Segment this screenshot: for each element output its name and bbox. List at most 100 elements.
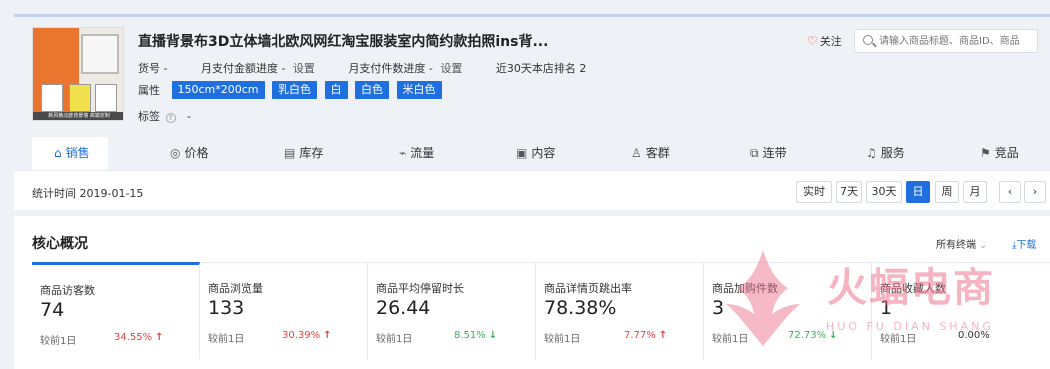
period-week-button[interactable]: 周 (935, 181, 959, 203)
metric-value: 78.38% (544, 297, 617, 319)
metric-value: 133 (208, 297, 245, 319)
tab-label: 价格 (184, 146, 209, 160)
tab-label: 流量 (410, 146, 435, 160)
terminal-selector[interactable]: 所有终端 ⌄ (936, 236, 987, 251)
thumb-frame (41, 84, 63, 112)
metric-card-favorites[interactable]: 商品收藏人数 1 较前1日 0.00% (872, 263, 1050, 360)
tag-label: 标签 (138, 110, 160, 123)
metric-name: 商品加购件数 (712, 282, 778, 295)
product-title[interactable]: 直播背景布3D立体墙北欧风网红淘宝服装室内简约款拍照ins背... (138, 31, 548, 51)
metric-card-add-cart[interactable]: 商品加购件数 3 较前1日 72.73% ↓ (704, 263, 872, 360)
tab-sales[interactable]: ⌂ 销售 (32, 137, 108, 170)
pay-amount-label: 月支付金额进度 - (200, 62, 286, 75)
metric-change: 7.77% ↑ (624, 330, 667, 341)
tab-label: 连带 (762, 146, 787, 160)
headset-icon: ♫ (866, 146, 877, 160)
arrow-down-icon: ↓ (829, 330, 838, 341)
follow-button[interactable]: ♡ 关注 (807, 33, 842, 49)
product-header: 新风格北欧背景墙 高端定制 直播背景布3D立体墙北欧风网红淘宝服装室内简约款拍照… (14, 17, 1050, 137)
pay-count-set-link[interactable]: 设置 (440, 62, 462, 75)
tab-price[interactable]: ◎ 价格 (170, 137, 209, 170)
competitor-icon: ⚑ (980, 146, 991, 160)
metric-name: 商品平均停留时长 (376, 282, 464, 295)
section-title: 核心概况 (32, 236, 88, 252)
core-overview: 核心概况 所有终端 ⌄ ⤓下载 商品访客数 74 较前1日 34.55% ↑ 商品浏… (14, 216, 1050, 369)
next-date-button[interactable]: › (1024, 181, 1046, 203)
arrow-up-icon: ↑ (323, 330, 332, 341)
metric-change: 0.00% (958, 330, 990, 341)
content-icon: ▣ (516, 146, 528, 160)
metric-cards: 商品访客数 74 较前1日 34.55% ↑ 商品浏览量 133 较前1日 30.… (32, 262, 1050, 360)
terminal-label: 所有终端 (936, 240, 976, 251)
compare-label: 较前1日 (376, 334, 413, 345)
attr-chip[interactable]: 乳白色 (272, 81, 318, 99)
compare-label: 较前1日 (208, 334, 245, 345)
change-value: 72.73% (788, 330, 827, 341)
thumb-caption: 新风格北欧背景墙 高端定制 (33, 112, 123, 120)
pay-amount-set-link[interactable]: 设置 (293, 62, 315, 75)
follow-label: 关注 (819, 35, 842, 48)
attr-chip[interactable]: 米白色 (396, 81, 442, 99)
tab-label: 库存 (299, 146, 324, 160)
metric-value: 1 (880, 297, 893, 319)
thumb-frame (95, 84, 117, 112)
tab-service[interactable]: ♫ 服务 (866, 137, 905, 170)
tab-label: 服务 (880, 146, 905, 160)
home-icon: ⌂ (54, 146, 62, 160)
product-search[interactable] (854, 29, 1038, 53)
price-icon: ◎ (170, 146, 181, 160)
product-meta: 货号 - 月支付金额进度 - 设置 月支付件数进度 - 设置 近30天本店排名 … (138, 60, 594, 76)
period-day-button[interactable]: 日 (906, 181, 930, 203)
tab-competitor[interactable]: ⚑ 竞品 (980, 137, 1019, 170)
search-icon (863, 35, 873, 45)
period-30d-button[interactable]: 30天 (866, 181, 902, 203)
tag-value: - (187, 110, 191, 123)
heart-icon: ♡ (807, 34, 818, 48)
traffic-chart-icon: ⌁ (399, 146, 407, 160)
product-attributes: 属性 150cm*200cm 乳白色 白 白色 米白色 (138, 81, 446, 99)
metric-card-bounce-rate[interactable]: 商品详情页跳出率 78.38% 较前1日 7.77% ↑ (536, 263, 704, 360)
metric-card-visitors[interactable]: 商品访客数 74 较前1日 34.55% ↑ (32, 262, 200, 359)
search-input[interactable] (879, 33, 1029, 49)
analysis-tabs: ⌂ 销售 ◎ 价格 ▤ 库存 ⌁ 流量 ▣ 内容 ♙ 客群 ⧉ 连带 ♫ 服务 ⚑ 竞品 (14, 137, 1050, 170)
metric-change: 72.73% ↓ (788, 330, 838, 341)
chevron-down-icon: ⌄ (979, 240, 988, 251)
metric-change: 30.39% ↑ (282, 330, 332, 341)
rank-text: 近30天本店排名 2 (495, 62, 587, 75)
attr-chip[interactable]: 150cm*200cm (171, 81, 265, 99)
period-7d-button[interactable]: 7天 (836, 181, 862, 203)
download-label: 下载 (1016, 240, 1037, 251)
change-value: 30.39% (282, 330, 321, 341)
inventory-icon: ▤ (284, 146, 296, 160)
tab-related[interactable]: ⧉ 连带 (750, 137, 787, 170)
tab-traffic[interactable]: ⌁ 流量 (399, 137, 434, 170)
attr-chip[interactable]: 白 (324, 81, 348, 99)
tab-label: 销售 (65, 146, 90, 160)
compare-label: 较前1日 (40, 336, 77, 347)
period-month-button[interactable]: 月 (963, 181, 987, 203)
attr-label: 属性 (138, 84, 160, 97)
product-tags: 标签 ? - (138, 108, 191, 124)
metric-card-pageviews[interactable]: 商品浏览量 133 较前1日 30.39% ↑ (200, 263, 368, 360)
tab-customers[interactable]: ♙ 客群 (631, 137, 670, 170)
metric-value: 3 (712, 297, 725, 319)
thumb-frame (69, 84, 91, 112)
compare-label: 较前1日 (880, 334, 917, 345)
tab-label: 客群 (645, 146, 670, 160)
download-link[interactable]: ⤓下载 (1012, 236, 1036, 251)
prev-date-button[interactable]: ‹ (999, 181, 1021, 203)
tab-content[interactable]: ▣ 内容 (516, 137, 555, 170)
metric-card-avg-stay[interactable]: 商品平均停留时长 26.44 较前1日 8.51% ↓ (368, 263, 536, 360)
help-icon[interactable]: ? (165, 113, 176, 123)
period-realtime-button[interactable]: 实时 (796, 181, 832, 203)
compare-label: 较前1日 (712, 334, 749, 345)
tab-inventory[interactable]: ▤ 库存 (284, 137, 323, 170)
attr-chip[interactable]: 白色 (355, 81, 390, 99)
product-thumbnail[interactable]: 新风格北欧背景墙 高端定制 (32, 27, 124, 121)
stat-time: 统计时间 2019-01-15 (32, 187, 144, 200)
arrow-down-icon: ↓ (488, 330, 498, 341)
arrow-up-icon: ↑ (155, 332, 164, 343)
link-icon: ⧉ (750, 146, 759, 160)
change-value: 0.00% (958, 330, 990, 341)
metric-change: 34.55% ↑ (114, 332, 164, 343)
